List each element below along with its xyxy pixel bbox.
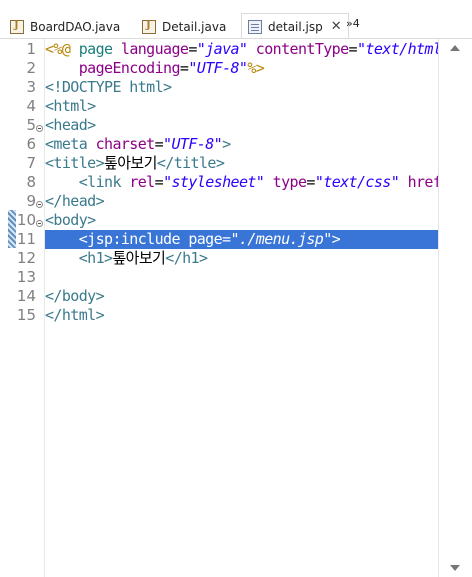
code-token: language [120,40,189,58]
code-token: "text/html; [356,40,438,58]
code-line: <head> [45,116,438,135]
line-number: 1 [26,40,36,58]
code-token: rel [120,173,155,191]
scroll-down-icon[interactable] [450,565,460,571]
code-token: </h1> [165,249,208,267]
line-number: 14 [16,287,36,305]
code-token: "UTF-8" [163,135,223,153]
line-number: 8 [26,173,36,191]
close-icon[interactable]: ✕ [331,20,342,33]
code-line: pageEncoding="UTF-8"%> [45,59,438,78]
change-marker [8,210,16,248]
code-token: = [348,40,358,58]
fold-toggle-icon[interactable] [36,220,43,227]
tab-detail-jsp[interactable]: detail.jsp ✕ [241,13,349,40]
code-token: = [188,40,197,58]
code-line: </head> [45,192,438,211]
tab-boarddao-java[interactable]: BoardDAO.java [10,14,120,39]
line-number: 6 [26,135,36,153]
scroll-up-icon[interactable] [450,45,460,51]
code-token: <meta [45,135,88,153]
code-token: charset [87,135,156,153]
java-file-icon [142,19,156,34]
tab-label: detail.jsp [268,19,323,34]
code-token: <body> [45,211,96,229]
code-token: %> [247,59,265,77]
code-token: > [331,230,341,248]
line-number: 2 [26,59,36,77]
code-line: <html> [45,97,438,116]
code-line: <%@ page language="java" contentType="te… [45,40,438,59]
line-number: 10 [16,211,36,229]
java-file-icon [10,19,24,34]
line-number: 7 [26,154,36,172]
code-token: <title> [45,154,105,172]
code-line-selected: <jsp:include page="./menu.jsp"> [45,230,438,249]
code-token: "java" [196,40,248,58]
code-editor[interactable]: 1 2 3 4 5 6 7 8 9 10 11 12 13 14 15 <%@ … [0,39,472,577]
code-token: contentType [247,40,349,58]
line-number: 4 [26,97,36,115]
code-line: <link rel="stylesheet" type="text/css" h… [45,173,438,192]
code-token: "UTF-8" [188,59,248,77]
editor-tab-bar: BoardDAO.java Detail.java detail.jsp ✕ »… [0,0,472,40]
line-number: 3 [26,78,36,96]
code-token: </html> [45,306,105,324]
code-token: "./menu.jsp" [230,230,332,248]
line-number: 9 [26,192,36,210]
code-token: = [154,135,164,153]
code-token: type [264,173,307,191]
code-line: <h1>톺아보기</h1> [45,249,438,268]
annotation-ruler [0,39,18,577]
code-token: <jsp:include page= [45,230,231,248]
code-token: "stylesheet" [163,173,265,191]
code-token: page [70,40,121,58]
line-number: 11 [16,230,36,248]
code-token: </head> [45,192,105,210]
code-token: "text/css" [314,173,400,191]
code-line: <meta charset="UTF-8"> [45,135,438,154]
line-number: 13 [16,268,36,286]
code-token: pageEncoding [45,59,181,77]
code-line: <body> [45,211,438,230]
code-token: <!DOCTYPE html> [45,78,172,96]
line-number: 15 [16,306,36,324]
code-area[interactable]: <%@ page language="java" contentType="te… [45,39,438,577]
fold-toggle-icon[interactable] [36,125,43,132]
line-number: 5 [26,116,36,134]
line-number: 12 [16,249,36,267]
code-token: <head> [45,116,96,134]
code-token: = [154,173,164,191]
code-token: </title> [156,154,225,172]
jsp-file-icon [248,19,262,34]
code-line: <!DOCTYPE html> [45,78,438,97]
code-token: = [306,173,315,191]
tab-detail-java[interactable]: Detail.java [142,14,226,39]
code-token: 톺아보기 [104,154,157,172]
code-token: <link [45,173,122,191]
code-token: </body> [45,287,105,305]
code-token: <%@ [45,40,71,58]
code-token: <html> [45,97,96,115]
code-token: > [222,135,231,153]
line-number-gutter: 1 2 3 4 5 6 7 8 9 10 11 12 13 14 15 [16,39,45,577]
fold-toggle-icon[interactable] [36,201,43,208]
vertical-scrollbar[interactable] [438,39,472,577]
code-line: </body> [45,287,438,306]
code-token: 톺아보기 [112,249,166,267]
tab-label: Detail.java [162,19,227,34]
tab-label: BoardDAO.java [30,19,121,34]
code-token: href [399,173,438,191]
code-token: <h1> [45,249,113,267]
code-line: <title>톺아보기</title> [45,154,438,173]
code-line: </html> [45,306,438,325]
tab-overflow-button[interactable]: »4 [346,17,360,30]
